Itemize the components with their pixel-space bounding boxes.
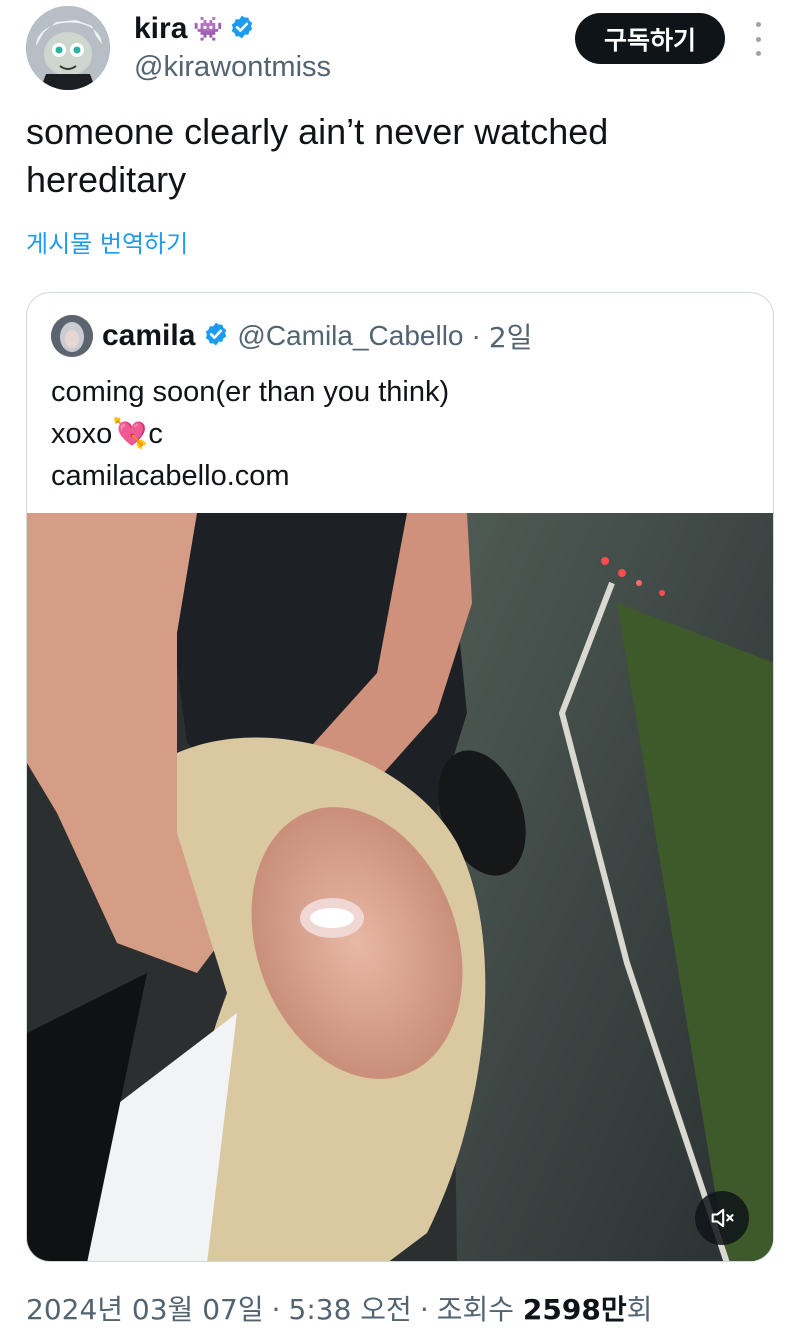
views-label: 조회수 bbox=[436, 1293, 515, 1326]
more-options-icon[interactable] bbox=[748, 22, 768, 56]
quoted-separator: · bbox=[471, 320, 481, 351]
translate-post-link[interactable]: 게시물 번역하기 bbox=[26, 224, 188, 259]
views-count[interactable]: 2598만 bbox=[523, 1293, 627, 1326]
quoted-video[interactable] bbox=[27, 513, 773, 1261]
volume-muted-icon[interactable] bbox=[695, 1191, 749, 1245]
quoted-verified-badge-icon bbox=[203, 321, 229, 352]
meta-separator: · bbox=[271, 1293, 281, 1326]
follow-button[interactable]: 구독하기 bbox=[575, 13, 725, 64]
quoted-tweet-card[interactable]: camila @Camila_Cabello · 2일 coming soon(… bbox=[26, 292, 774, 1262]
post-metadata: 2024년 03월 07일 · 5:38 오전 · 조회수 2598만회 bbox=[26, 1288, 652, 1328]
author-handle[interactable]: @kirawontmiss bbox=[134, 50, 331, 84]
post-date[interactable]: 2024년 03월 07일 bbox=[26, 1288, 264, 1328]
space-invader-emoji: 👾 bbox=[193, 15, 224, 43]
quoted-post-age[interactable]: 2일 bbox=[489, 316, 533, 356]
post-time[interactable]: 5:38 오전 bbox=[289, 1288, 412, 1328]
tweet-text: someone clearly ain’t never watched here… bbox=[26, 111, 609, 200]
quoted-author-handle[interactable]: @Camila_Cabello bbox=[237, 320, 463, 352]
author-display-name[interactable]: kira bbox=[134, 12, 187, 46]
quoted-author-avatar[interactable] bbox=[51, 315, 93, 357]
author-avatar[interactable] bbox=[26, 6, 110, 90]
quoted-tweet-text: coming soon(er than you think) xoxo💘c ca… bbox=[51, 376, 450, 492]
quoted-author-name[interactable]: camila bbox=[102, 319, 195, 353]
views-suffix: 회 bbox=[626, 1293, 653, 1326]
verified-badge-icon bbox=[229, 14, 255, 45]
meta-separator: · bbox=[419, 1293, 429, 1326]
